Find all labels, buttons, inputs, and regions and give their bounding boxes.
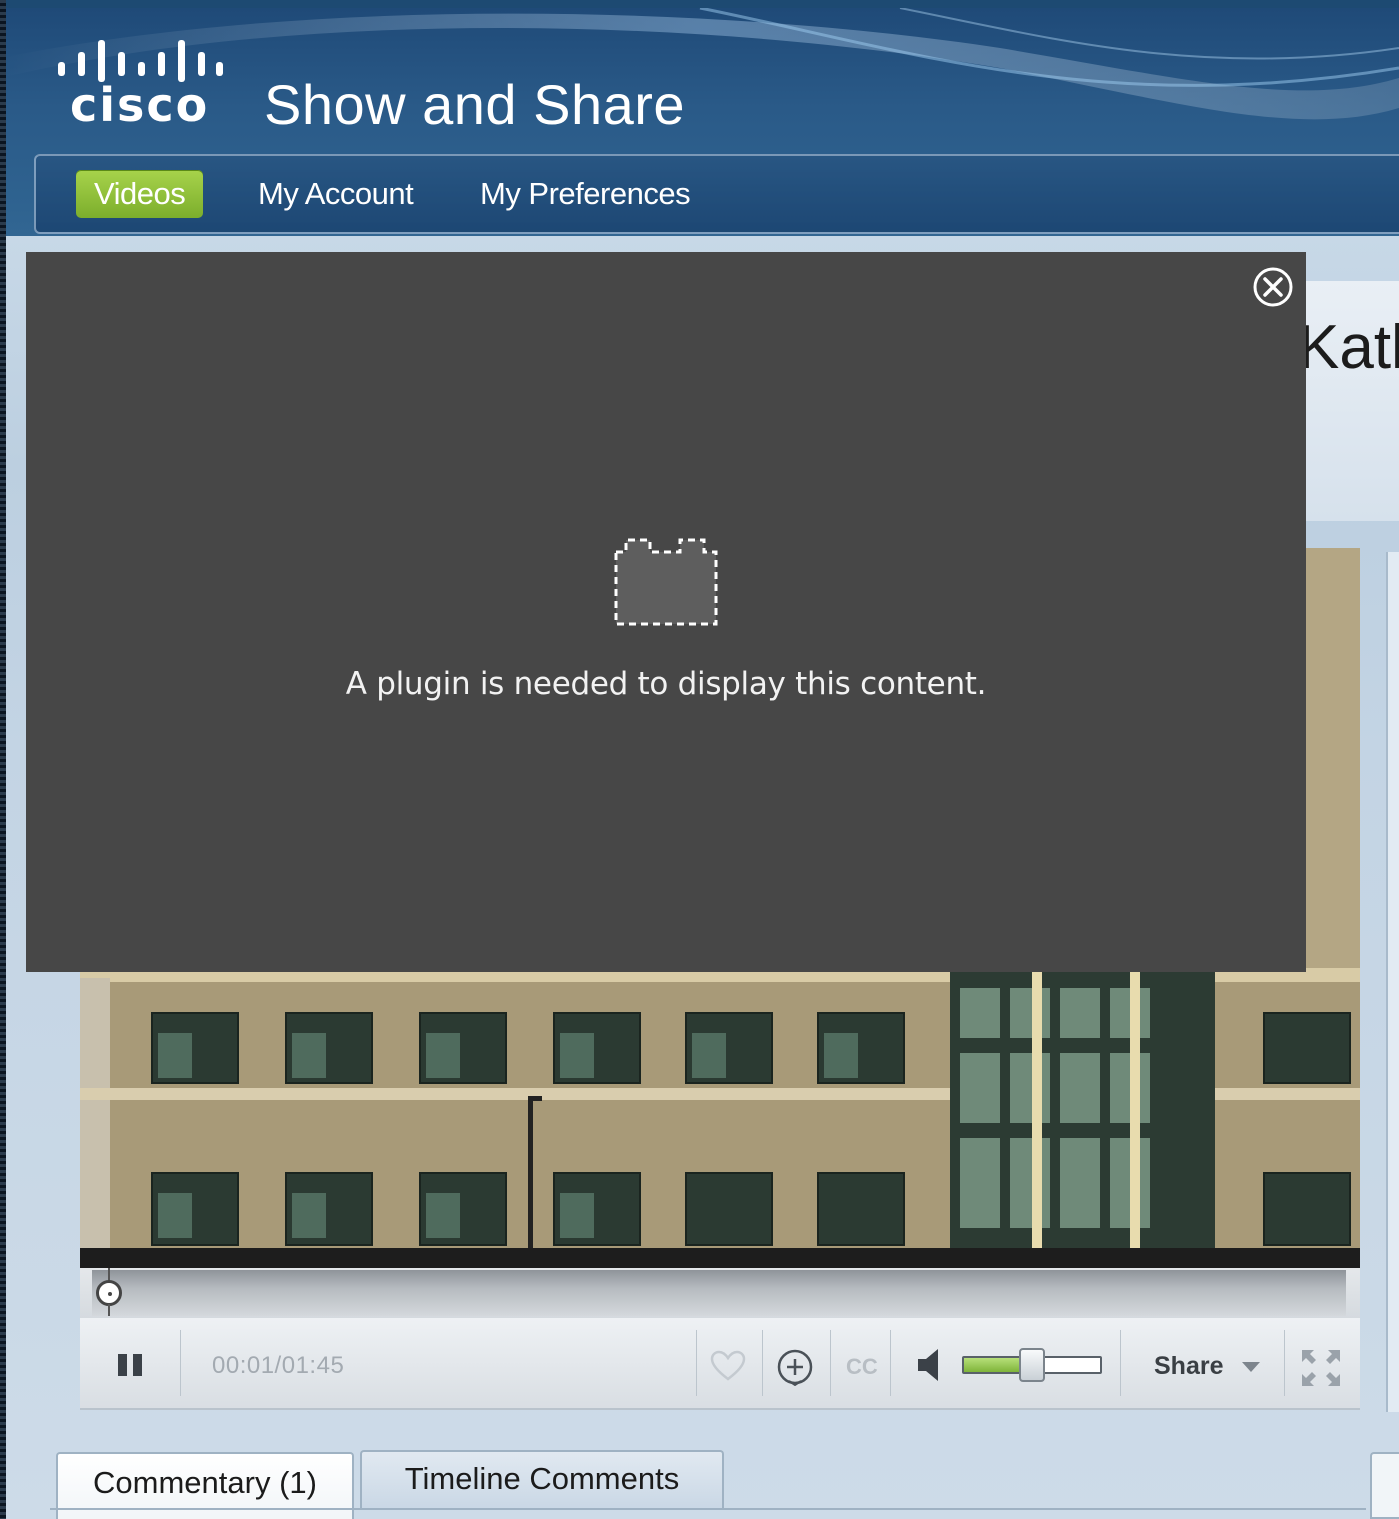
nav-tab-my-preferences[interactable]: My Preferences [480,170,691,218]
plugin-icon [614,538,718,626]
video-title: Katl [1298,313,1399,382]
progress-bar[interactable] [80,1268,1360,1318]
add-circle-icon[interactable] [776,1348,814,1386]
page: cisco Show and Share Videos My Account M… [0,0,1399,1519]
progress-track[interactable] [92,1270,1346,1316]
progress-handle[interactable] [96,1280,122,1306]
tab-timeline-comments[interactable]: Timeline Comments [360,1450,724,1510]
nav-tab-videos[interactable]: Videos [76,170,204,218]
main-nav: Videos My Account My Preferences [34,154,1399,234]
closed-captions-button[interactable]: CC [846,1354,878,1380]
dropdown-arrow-icon[interactable] [1240,1360,1262,1374]
app-title: Show and Share [264,73,686,136]
separator [1120,1330,1121,1396]
close-circle-icon[interactable] [1252,266,1294,308]
separator [890,1330,891,1396]
plugin-missing-overlay: A plugin is needed to display this conte… [26,252,1306,972]
cisco-wordmark: cisco [70,78,210,132]
nav-tab-my-account[interactable]: My Account [258,170,414,218]
cisco-bars-icon [58,40,223,82]
share-button[interactable]: Share [1154,1352,1223,1381]
speaker-icon[interactable] [916,1346,946,1384]
progress-marker-bottom [108,1304,110,1316]
pause-icon[interactable] [116,1352,146,1378]
plugin-message: A plugin is needed to display this conte… [345,666,987,702]
fullscreen-icon[interactable] [1300,1348,1342,1388]
tab-underline [50,1508,1366,1510]
comments-tab-strip: Commentary (1) Timeline Comments [6,1430,1399,1519]
separator [180,1330,181,1396]
player-controls: 00:01/01:45 CC Share [80,1318,1360,1410]
volume-knob[interactable] [1019,1348,1045,1382]
separator [696,1330,697,1396]
volume-slider[interactable] [962,1348,1102,1382]
cisco-logo: cisco [56,40,226,135]
separator [762,1330,763,1396]
side-panel [1386,552,1399,1412]
separator [830,1330,831,1396]
heart-icon[interactable] [710,1350,746,1382]
right-panel-tab [1370,1452,1399,1519]
separator [1284,1330,1285,1396]
time-display: 00:01/01:45 [212,1352,345,1379]
